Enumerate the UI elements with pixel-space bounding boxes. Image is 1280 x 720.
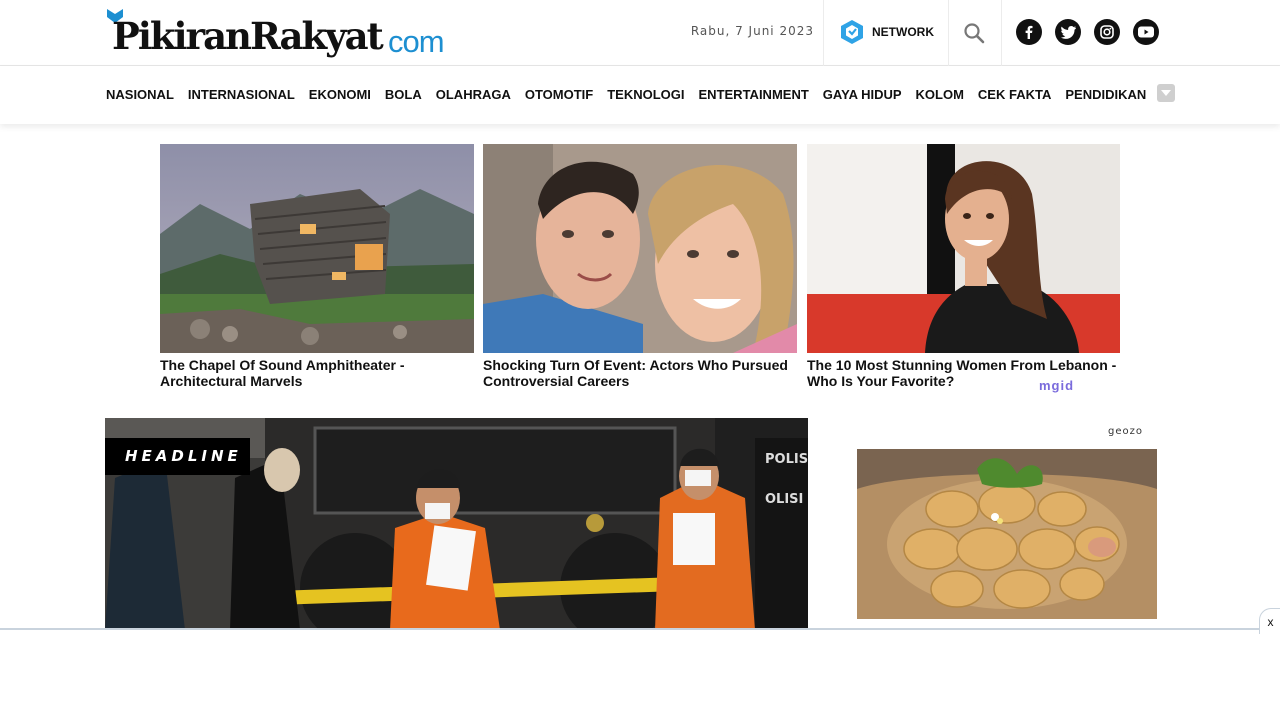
nav-list: NASIONAL INTERNASIONAL EKONOMI BOLA OLAHRAGA… (106, 87, 1146, 103)
svg-text:POLIS: POLIS (765, 452, 808, 467)
nav-item[interactable]: EKONOMI (309, 87, 371, 103)
headline-article[interactable]: POLIS OLISI HEADLINE (105, 418, 808, 630)
twitter-icon[interactable] (1055, 19, 1081, 45)
logo-text: PikiranRakyat (112, 14, 384, 58)
nav-item[interactable]: INTERNASIONAL (188, 87, 295, 103)
logo-suffix: com (388, 24, 445, 59)
nav-item[interactable]: ENTERTAINMENT (699, 87, 809, 103)
headline-tag: HEADLINE (105, 438, 250, 475)
youtube-icon[interactable] (1133, 19, 1159, 45)
sponsored-title: Shocking Turn Of Event: Actors Who Pursu… (483, 357, 788, 389)
network-label: NETWORK (872, 25, 934, 39)
header-divider (948, 0, 949, 66)
svg-text:OLISI: OLISI (765, 492, 803, 507)
site-header: PikiranRakyat com Rabu, 7 Juni 2023 NETW… (0, 0, 1280, 66)
sponsored-image (807, 144, 1121, 353)
close-sticky-button[interactable]: x (1259, 608, 1280, 634)
nav-item[interactable]: PENDIDIKAN (1065, 87, 1146, 103)
facebook-icon[interactable] (1016, 19, 1042, 45)
nav-item[interactable]: KOLOM (916, 87, 964, 103)
social-links (1016, 19, 1159, 45)
nav-item[interactable]: OTOMOTIF (525, 87, 593, 103)
search-icon[interactable] (962, 21, 986, 45)
nav-item[interactable]: OLAHRAGA (436, 87, 511, 103)
nav-item[interactable]: TEKNOLOGI (607, 87, 684, 103)
page: PikiranRakyat com Rabu, 7 Juni 2023 NETW… (0, 0, 1280, 720)
ad-network-badge[interactable]: mgid (1039, 378, 1074, 393)
site-logo[interactable]: PikiranRakyat com (106, 8, 458, 60)
nav-item[interactable]: NASIONAL (106, 87, 174, 103)
sidebar-ad-image (857, 449, 1157, 619)
chevron-down-icon (1161, 90, 1171, 96)
sidebar-ad[interactable] (857, 449, 1157, 619)
sponsored-card[interactable]: The Chapel Of Sound Amphitheater - Archi… (160, 144, 474, 389)
nav-item[interactable]: BOLA (385, 87, 422, 103)
nav-item[interactable]: GAYA HIDUP (823, 87, 902, 103)
sponsored-image (483, 144, 797, 353)
nav-more-button[interactable] (1157, 84, 1175, 102)
instagram-icon[interactable] (1094, 19, 1120, 45)
sticky-bottom-ad (0, 628, 1280, 720)
header-divider (823, 0, 824, 66)
network-button[interactable]: NETWORK (840, 18, 934, 46)
main-navigation: NASIONAL INTERNASIONAL EKONOMI BOLA OLAHRAGA… (0, 66, 1280, 124)
network-icon (841, 20, 863, 44)
header-divider (1001, 0, 1002, 66)
nav-item[interactable]: CEK FAKTA (978, 87, 1051, 103)
sponsored-card[interactable]: The 10 Most Stunning Women From Lebanon … (807, 144, 1121, 389)
current-date: Rabu, 7 Juni 2023 (690, 24, 814, 38)
ad-brand-label[interactable]: geozo (1108, 426, 1143, 437)
sponsored-image (160, 144, 474, 353)
sponsored-title: The Chapel Of Sound Amphitheater - Archi… (160, 357, 405, 389)
sponsored-card[interactable]: Shocking Turn Of Event: Actors Who Pursu… (483, 144, 797, 389)
